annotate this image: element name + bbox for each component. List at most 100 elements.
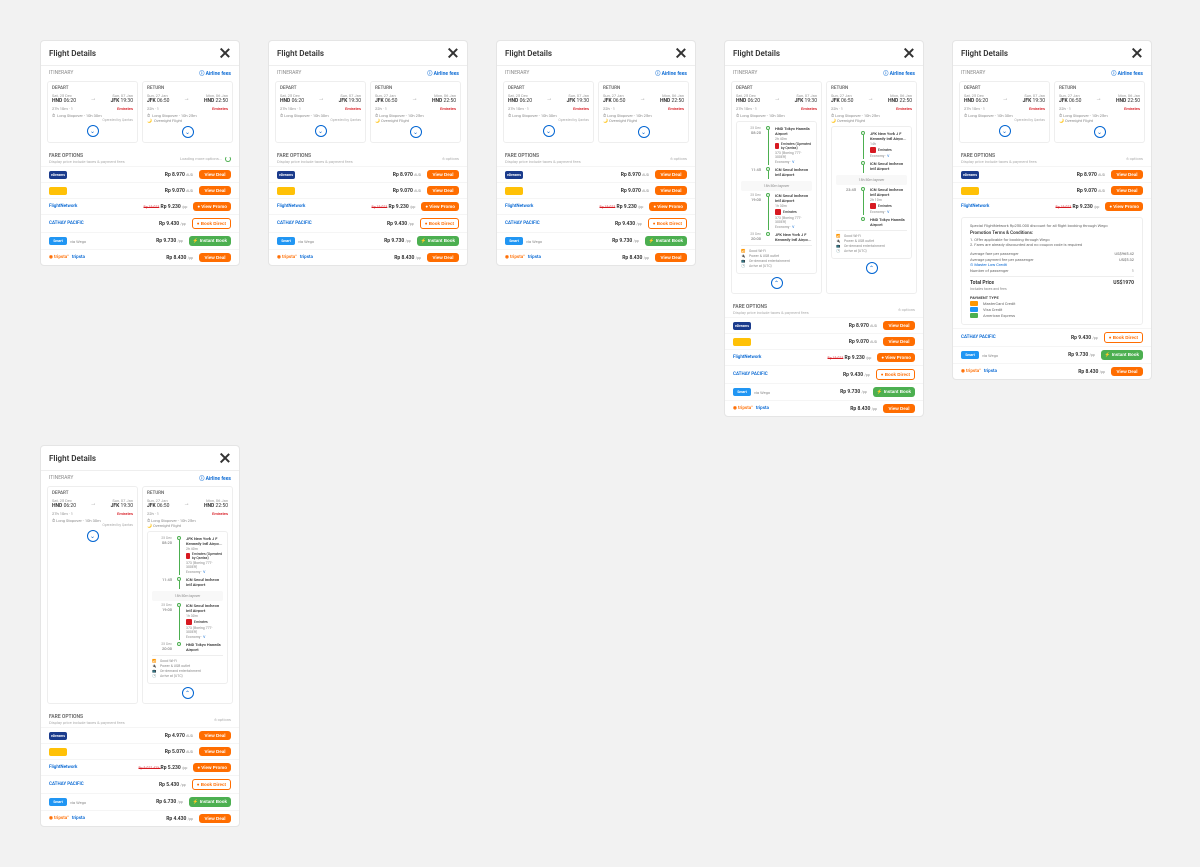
fare-price: Rp 9.230: [1073, 204, 1093, 210]
provider-name: FlightNetwork: [49, 765, 77, 770]
airline-logo-icon: [870, 147, 876, 153]
airline-fees-link[interactable]: ⓘ Airline fees: [1111, 70, 1143, 77]
expand-depart-icon[interactable]: ⌄: [87, 125, 99, 137]
fare-action-button[interactable]: View Deal: [427, 170, 459, 179]
fare-price: Rp 9.730: [384, 238, 404, 244]
fare-action-button[interactable]: View Deal: [655, 170, 687, 179]
fare-action-button[interactable]: ● View Promo: [1105, 202, 1143, 211]
arrow-icon: →: [1094, 94, 1104, 104]
fare-action-button[interactable]: ● Book Direct: [192, 218, 231, 229]
airline-fees-link[interactable]: ⓘ Airline fees: [199, 475, 231, 482]
fare-price: Rp 9.070: [393, 188, 413, 194]
airline-logo-icon: [186, 619, 192, 625]
fare-action-button[interactable]: ⚡ Instant Book: [417, 236, 459, 246]
arrow-icon: →: [866, 94, 876, 104]
fare-action-button[interactable]: View Deal: [883, 337, 915, 346]
close-icon[interactable]: [447, 47, 459, 59]
collapse-icon[interactable]: ⌃: [771, 277, 783, 289]
expand-return-icon[interactable]: ⌄: [182, 126, 194, 138]
fare-row: Smartvia WegoRp 9.730 /pp ⚡ Instant Book: [725, 383, 923, 400]
provider-name: FlightNetwork: [277, 204, 305, 209]
provider-logo: [733, 338, 751, 346]
expand-icon[interactable]: ⌄: [87, 530, 99, 542]
collapse-icon[interactable]: ⌃: [866, 262, 878, 274]
fare-price: Rp 9.430: [159, 221, 179, 227]
close-icon[interactable]: [903, 47, 915, 59]
provider-name: FlightNetwork: [49, 204, 77, 209]
fare-row: Smartvia WegoRp 6.730 /pp ⚡ Instant Book: [41, 793, 239, 810]
fare-row: Smartvia WegoRp 9.730 /pp ⚡ Instant Book: [497, 232, 695, 249]
fare-price: Rp 9.430: [1071, 335, 1091, 341]
close-icon[interactable]: [675, 47, 687, 59]
flight-details-card: Flight Details ITINERARYⓘ Airline fees D…: [952, 40, 1152, 380]
expand-icon[interactable]: ⌄: [999, 125, 1011, 137]
fare-action-button[interactable]: ● View Promo: [649, 202, 687, 211]
fare-row: ◉ tripsta°tripstaRp 8.430 /pp View Deal: [497, 249, 695, 265]
airline-fees-link[interactable]: ⓘ Airline fees: [427, 70, 459, 77]
close-icon[interactable]: [219, 47, 231, 59]
close-icon[interactable]: [1131, 47, 1143, 59]
fare-row: eDreamsRp 8.970 AUD View Deal: [725, 317, 923, 333]
fare-action-button[interactable]: ● View Promo: [193, 763, 231, 772]
fare-price: Rp 9.230: [617, 204, 637, 210]
fare-action-button[interactable]: View Deal: [199, 253, 231, 262]
fare-action-button[interactable]: View Deal: [883, 321, 915, 330]
fare-action-button[interactable]: ● Book Direct: [876, 369, 915, 380]
fare-action-button[interactable]: ⚡ Instant Book: [189, 797, 231, 807]
provider-logo: ◉ tripsta°: [277, 255, 297, 260]
fare-action-button[interactable]: View Deal: [199, 814, 231, 823]
fare-price: Rp 9.730: [612, 238, 632, 244]
provider-name: tripsta: [300, 255, 313, 260]
fare-action-button[interactable]: View Deal: [1111, 186, 1143, 195]
provider-name: FlightNetwork: [505, 204, 533, 209]
fare-action-button[interactable]: View Deal: [199, 731, 231, 740]
fare-action-button[interactable]: ● Book Direct: [648, 218, 687, 229]
fare-price: Rp 6.730: [156, 799, 176, 805]
timeline: 25 Dec08:20 JFK New York J F Kennedy Int…: [147, 531, 228, 684]
fare-row: FlightNetworkRp 19.023 Rp 9.230 /pp ● Vi…: [497, 198, 695, 214]
fare-price: Rp 9.430: [843, 372, 863, 378]
fare-price: Rp 4.430: [166, 816, 186, 822]
expand-icon[interactable]: ⌄: [1094, 126, 1106, 138]
expand-icon[interactable]: ⌄: [638, 126, 650, 138]
fare-action-button[interactable]: ● Book Direct: [192, 779, 231, 790]
expand-icon[interactable]: ⌄: [543, 125, 555, 137]
provider-name: FlightNetwork: [961, 204, 989, 209]
fare-action-button[interactable]: View Deal: [1111, 170, 1143, 179]
fare-action-button[interactable]: View Deal: [427, 253, 459, 262]
fare-action-button[interactable]: ● Book Direct: [1104, 332, 1143, 343]
fare-price: Rp 8.970: [1077, 172, 1097, 178]
fare-row: Smartvia WegoRp 9.730 /pp ⚡ Instant Book: [41, 232, 239, 249]
fare-action-button[interactable]: View Deal: [199, 186, 231, 195]
fare-price: Rp 9.430: [387, 221, 407, 227]
fare-action-button[interactable]: View Deal: [427, 186, 459, 195]
fare-action-button[interactable]: ● View Promo: [193, 202, 231, 211]
fare-action-button[interactable]: ⚡ Instant Book: [189, 236, 231, 246]
fare-action-button[interactable]: ● Book Direct: [420, 218, 459, 229]
airline-fees-link[interactable]: ⓘ Airline fees: [883, 70, 915, 77]
fare-action-button[interactable]: View Deal: [199, 170, 231, 179]
fare-action-button[interactable]: ● View Promo: [421, 202, 459, 211]
fare-action-button[interactable]: View Deal: [655, 186, 687, 195]
flight-details-card: Flight Details ITINERARYⓘ Airline fees D…: [496, 40, 696, 266]
expand-icon[interactable]: ⌄: [315, 125, 327, 137]
fare-list: eDreamsRp 8.970 AUD View Deal Rp 9.070 A…: [953, 166, 1151, 379]
itinerary-label: ITINERARY: [49, 70, 73, 77]
fare-action-button[interactable]: ⚡ Instant Book: [645, 236, 687, 246]
fare-action-button[interactable]: View Deal: [655, 253, 687, 262]
provider-logo: [49, 748, 67, 756]
close-icon[interactable]: [219, 452, 231, 464]
fare-action-button[interactable]: ● View Promo: [877, 353, 915, 362]
provider-logo: eDreams: [505, 171, 523, 179]
collapse-icon[interactable]: ⌃: [182, 687, 194, 699]
expand-icon[interactable]: ⌄: [410, 126, 422, 138]
fare-action-button[interactable]: View Deal: [1111, 367, 1143, 376]
airline-fees-link[interactable]: ⓘ Airline fees: [199, 70, 231, 77]
fare-action-button[interactable]: View Deal: [199, 747, 231, 756]
provider-name: tripsta: [72, 255, 85, 260]
fare-action-button[interactable]: ⚡ Instant Book: [1101, 350, 1143, 360]
fare-action-button[interactable]: ⚡ Instant Book: [873, 387, 915, 397]
fare-action-button[interactable]: View Deal: [883, 404, 915, 413]
airline-fees-link[interactable]: ⓘ Airline fees: [655, 70, 687, 77]
fare-list: eDreamsRp 4.970 AUD View Deal Rp 5.070 A…: [41, 727, 239, 826]
